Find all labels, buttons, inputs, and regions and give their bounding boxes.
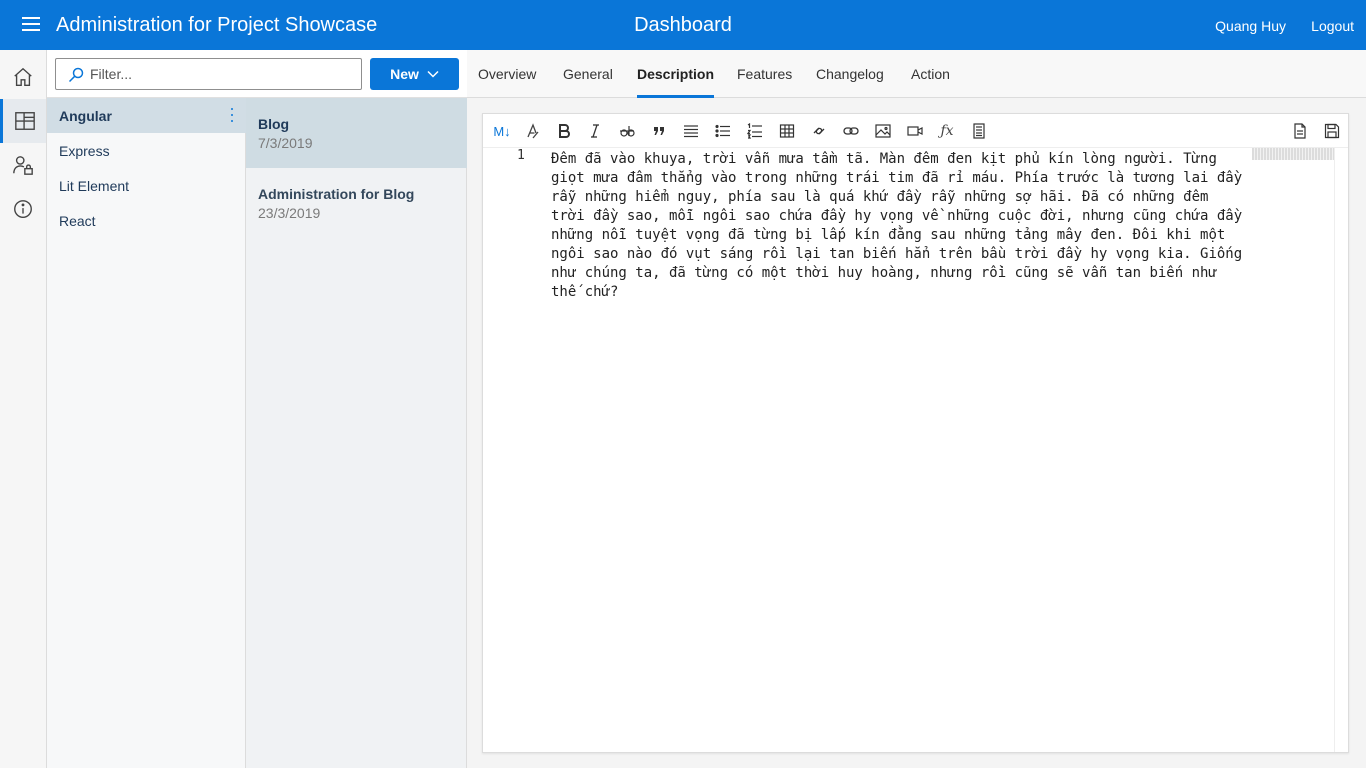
dashboard-icon <box>14 112 35 130</box>
markdown-mode-button[interactable]: M↓ <box>488 121 516 141</box>
unordered-list-button[interactable] <box>712 121 734 141</box>
hamburger-menu-icon[interactable] <box>22 17 40 33</box>
project-label: React <box>59 212 96 229</box>
formula-button[interactable]: ƒx <box>936 121 958 141</box>
quote-icon <box>654 127 664 135</box>
markdown-editor: M↓ ƒx 1 Đêm đã vào khuya, trời vẫn mưa t… <box>482 113 1349 753</box>
strikethrough-icon <box>620 126 635 137</box>
entry-item[interactable]: Blog 7/3/2019 <box>246 98 467 168</box>
save-icon <box>1324 123 1340 139</box>
formula-icon: ƒx <box>940 123 954 139</box>
editor-minimap[interactable] <box>1252 148 1334 160</box>
quote-button[interactable] <box>648 121 670 141</box>
more-options-icon[interactable] <box>230 108 234 124</box>
entry-title: Administration for Blog <box>258 186 415 202</box>
filter-bar: New <box>47 50 467 98</box>
filter-field[interactable] <box>55 58 362 90</box>
editor-toolbar: M↓ ƒx <box>483 114 1348 148</box>
video-icon <box>907 126 923 136</box>
user-name[interactable]: Quang Huy <box>1215 18 1286 34</box>
ordered-list-icon <box>747 123 762 139</box>
save-button[interactable] <box>1321 121 1343 141</box>
project-item-angular[interactable]: Angular <box>47 98 246 133</box>
entry-date: 23/3/2019 <box>258 205 321 221</box>
video-button[interactable] <box>904 121 926 141</box>
tab-changelog[interactable]: Changelog <box>816 50 884 98</box>
bold-icon <box>559 124 570 138</box>
info-icon <box>14 200 32 218</box>
ordered-list-button[interactable] <box>744 121 766 141</box>
new-button-label: New <box>390 66 419 82</box>
clear-format-icon <box>527 123 539 139</box>
image-icon <box>875 124 891 138</box>
strikethrough-button[interactable] <box>616 121 638 141</box>
tab-description[interactable]: Description <box>637 50 715 98</box>
entry-date: 7/3/2019 <box>258 135 313 151</box>
project-label: Express <box>59 142 110 159</box>
bold-button[interactable] <box>553 121 575 141</box>
entry-item[interactable]: Administration for Blog 23/3/2019 <box>246 168 467 238</box>
tab-action[interactable]: Action <box>911 50 950 98</box>
tab-bar: Overview General Description Features Ch… <box>467 50 1366 98</box>
app-header: Administration for Project Showcase Dash… <box>0 0 1366 50</box>
app-title: Administration for Project Showcase <box>56 14 378 36</box>
list-icon <box>684 125 698 138</box>
nav-users[interactable] <box>0 143 46 187</box>
tab-overview[interactable]: Overview <box>478 50 536 98</box>
italic-button[interactable] <box>584 121 606 141</box>
nav-rail <box>0 50 47 768</box>
unlink-icon <box>813 127 825 135</box>
filter-input[interactable] <box>90 64 350 84</box>
new-button[interactable]: New <box>370 58 459 90</box>
editor-content[interactable]: Đêm đã vào khuya, trời vẫn mưa tầm tã. M… <box>551 150 1246 302</box>
nav-info[interactable] <box>0 187 46 231</box>
table-icon <box>779 124 795 138</box>
document-icon <box>973 123 985 139</box>
link-button[interactable] <box>840 121 862 141</box>
nav-dashboard[interactable] <box>0 99 46 143</box>
line-number: 1 <box>517 148 525 163</box>
user-lock-icon <box>13 156 33 175</box>
horizontal-rule-button[interactable] <box>808 121 830 141</box>
format-clear-button[interactable] <box>521 121 543 141</box>
logout-link[interactable]: Logout <box>1311 18 1354 34</box>
nav-home[interactable] <box>0 55 46 99</box>
entry-list: Blog 7/3/2019 Administration for Blog 23… <box>246 98 467 238</box>
chevron-down-icon <box>427 70 439 78</box>
editor-scrollbar[interactable] <box>1334 148 1348 752</box>
table-button[interactable] <box>776 121 798 141</box>
unordered-list-icon <box>715 124 730 138</box>
project-item-react[interactable]: React <box>47 203 246 238</box>
link-icon <box>843 127 859 135</box>
project-list: Angular Express Lit Element React <box>47 98 246 238</box>
tab-general[interactable]: General <box>563 50 613 98</box>
tab-features[interactable]: Features <box>737 50 792 98</box>
preview-button[interactable] <box>1289 121 1311 141</box>
italic-icon <box>591 124 599 138</box>
bullet-list-button[interactable] <box>680 121 702 141</box>
project-label: Angular <box>59 107 112 124</box>
code-block-button[interactable] <box>968 121 990 141</box>
entry-title: Blog <box>258 116 290 132</box>
image-button[interactable] <box>872 121 894 141</box>
project-item-express[interactable]: Express <box>47 133 246 168</box>
search-icon <box>68 67 84 83</box>
project-label: Lit Element <box>59 177 130 194</box>
project-item-lit-element[interactable]: Lit Element <box>47 168 246 203</box>
home-icon <box>14 67 32 86</box>
file-preview-icon <box>1294 123 1306 139</box>
